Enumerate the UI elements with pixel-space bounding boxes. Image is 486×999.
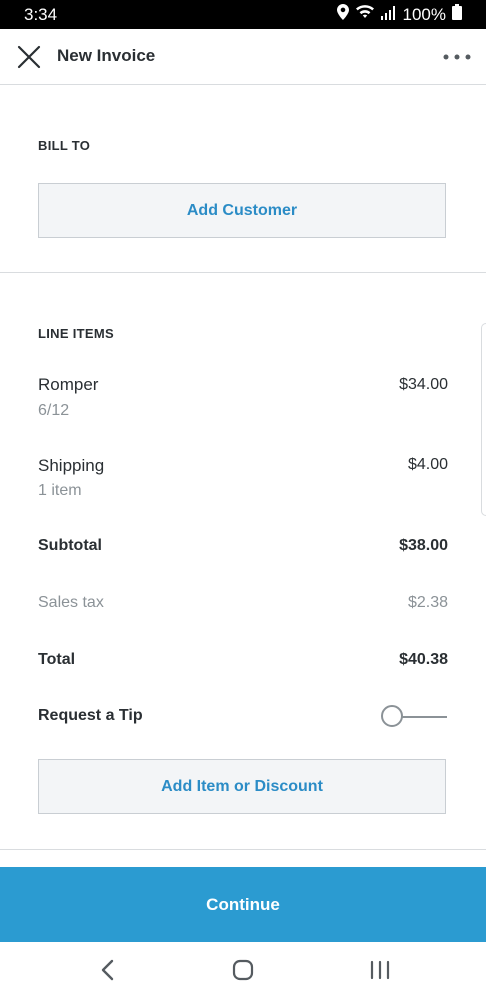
status-icons: 100% — [336, 4, 462, 25]
line-item-detail: 1 item — [38, 482, 82, 499]
bill-to-label: BILL TO — [38, 138, 91, 153]
toggle-thumb — [381, 705, 403, 727]
recents-icon[interactable] — [369, 959, 391, 986]
sales-tax-value: $2.38 — [407, 594, 448, 611]
section-divider — [0, 272, 486, 273]
wifi-icon — [355, 4, 375, 25]
page-title: New Invoice — [57, 46, 156, 65]
add-customer-button[interactable]: Add Customer — [38, 183, 446, 238]
more-horizontal-icon[interactable] — [442, 47, 472, 67]
scroll-indicator — [481, 323, 486, 516]
close-icon[interactable] — [16, 44, 42, 70]
request-tip-toggle[interactable] — [381, 704, 447, 730]
battery-text: 100% — [402, 4, 446, 24]
battery-icon — [452, 4, 462, 25]
line-item-detail: 6/12 — [38, 402, 70, 419]
line-items-label: LINE ITEMS — [38, 326, 114, 341]
home-icon[interactable] — [232, 959, 254, 986]
status-bar: 3:34 100% — [0, 0, 486, 29]
line-item-price: $34.00 — [399, 376, 448, 393]
subtotal-label: Subtotal — [38, 537, 102, 554]
continue-button[interactable]: Continue — [0, 867, 486, 942]
location-icon — [336, 4, 349, 25]
request-tip-label: Request a Tip — [38, 707, 143, 724]
line-item-name[interactable]: Shipping — [38, 456, 104, 476]
signal-icon — [380, 5, 397, 25]
system-nav-bar — [0, 942, 486, 999]
subtotal-value: $38.00 — [399, 537, 448, 554]
line-item-price: $4.00 — [407, 456, 448, 473]
status-time: 3:34 — [24, 5, 58, 24]
app-bar: New Invoice — [0, 29, 486, 85]
section-divider — [0, 849, 486, 850]
total-label: Total — [38, 651, 76, 668]
total-value: $40.38 — [399, 651, 448, 668]
line-item-name[interactable]: Romper — [38, 375, 98, 395]
back-icon[interactable] — [100, 959, 116, 986]
add-item-or-discount-button[interactable]: Add Item or Discount — [38, 759, 446, 814]
sales-tax-label: Sales tax — [38, 594, 104, 611]
